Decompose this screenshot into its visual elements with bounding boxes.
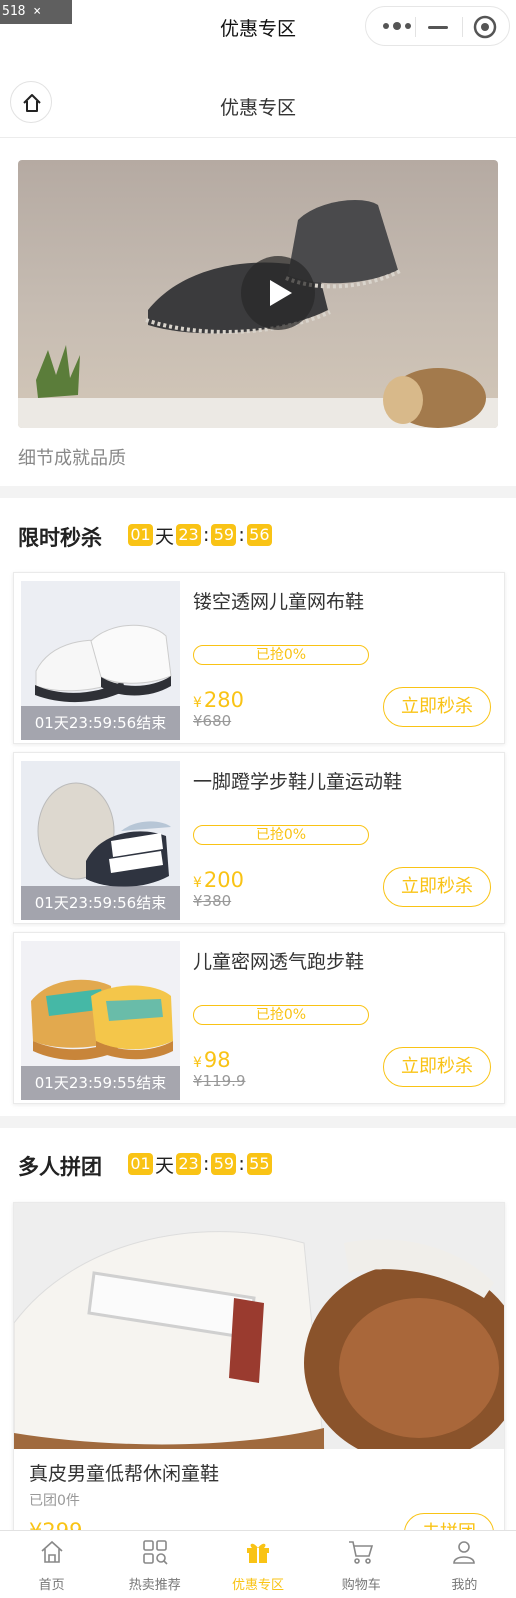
product-name[interactable]: 儿童密网透气跑步鞋 (193, 947, 364, 974)
capsule-divider (415, 17, 416, 37)
original-price: ¥119.9 (193, 1072, 246, 1090)
countdown-sep: : (238, 1153, 245, 1175)
sale-price: ¥200 (193, 868, 244, 892)
play-icon (270, 280, 292, 306)
countdown-sep: : (203, 524, 210, 546)
countdown-minutes: 59 (211, 524, 237, 546)
tab-label: 首页 (38, 1578, 65, 1593)
dimension-label: 518 × 975 (0, 0, 72, 43)
play-button[interactable] (241, 256, 315, 330)
product-image[interactable]: 01天23:59:56结束 (21, 761, 180, 920)
countdown-days: 01 (128, 524, 153, 546)
minimize-icon[interactable] (428, 26, 448, 29)
countdown-minutes: 59 (211, 1153, 237, 1175)
section-divider (0, 486, 516, 498)
flash-item-card[interactable]: 01天23:59:55结束 儿童密网透气跑步鞋 已抢0% ¥98 ¥119.9 … (13, 932, 505, 1104)
tab-label: 优惠专区 (232, 1578, 285, 1593)
countdown-seconds: 56 (246, 524, 272, 546)
group-countdown: 01 天 23 : 59 : 55 (128, 1152, 272, 1177)
page-title: 优惠专区 (219, 97, 296, 119)
countdown-day-unit: 天 (155, 1154, 175, 1177)
flash-sale-title: 限时秒杀 (18, 526, 102, 550)
tab-cart[interactable]: 购物车 (310, 1531, 413, 1598)
close-target-icon[interactable] (473, 15, 497, 39)
flash-buy-button[interactable]: 立即秒杀 (383, 687, 491, 727)
countdown-days: 01 (128, 1153, 153, 1175)
product-name[interactable]: 一脚蹬学步鞋儿童运动鞋 (193, 767, 402, 794)
cart-icon (349, 1541, 374, 1564)
end-time-bar: 01天23:59:55结束 (21, 1066, 180, 1100)
bottom-tab-bar: 首页 热卖推荐 优惠专区 购物车 我的 (0, 1530, 516, 1598)
capsule-divider (462, 17, 463, 37)
tab-label: 购物车 (341, 1578, 381, 1593)
user-icon (453, 1541, 476, 1564)
tab-discount-zone[interactable]: 优惠专区 (206, 1531, 309, 1598)
more-icon[interactable] (382, 19, 412, 33)
tab-mine[interactable]: 我的 (413, 1531, 516, 1598)
countdown-hours: 23 (176, 1153, 202, 1175)
currency-symbol: ¥ (193, 695, 202, 711)
product-image[interactable] (14, 1203, 504, 1449)
product-image[interactable]: 01天23:59:56结束 (21, 581, 180, 740)
sale-price: ¥98 (193, 1048, 231, 1072)
flash-item-card[interactable]: 01天23:59:56结束 镂空透网儿童网布鞋 已抢0% ¥280 ¥680 立… (13, 572, 505, 744)
video-caption: 细节成就品质 (18, 448, 126, 469)
countdown-seconds: 55 (246, 1153, 272, 1175)
product-name[interactable]: 镂空透网儿童网布鞋 (193, 587, 364, 614)
flash-buy-button[interactable]: 立即秒杀 (383, 1047, 491, 1087)
shoe-image (14, 1203, 504, 1449)
grid-search-icon (142, 1540, 168, 1565)
countdown-hours: 23 (176, 524, 202, 546)
tab-home[interactable]: 首页 (0, 1531, 103, 1598)
currency-symbol: ¥ (193, 1055, 202, 1071)
divider (0, 137, 516, 138)
product-name[interactable]: 真皮男童低帮休闲童鞋 (29, 1459, 219, 1486)
flash-countdown: 01 天 23 : 59 : 56 (128, 523, 272, 548)
tab-label: 我的 (451, 1578, 478, 1593)
end-time-bar: 01天23:59:56结束 (21, 706, 180, 740)
sold-progress: 已抢0% (193, 645, 369, 665)
group-sold-count: 已团0件 (29, 1493, 80, 1509)
currency-symbol: ¥ (193, 875, 202, 891)
sold-progress: 已抢0% (193, 825, 369, 845)
original-price: ¥680 (193, 712, 232, 730)
price-value: 98 (203, 1048, 231, 1072)
section-divider (0, 1116, 516, 1128)
menu-capsule[interactable] (365, 6, 510, 46)
product-video[interactable] (18, 160, 498, 428)
flash-item-card[interactable]: 01天23:59:56结束 一脚蹬学步鞋儿童运动鞋 已抢0% ¥200 ¥380… (13, 752, 505, 924)
price-value: 280 (203, 688, 245, 712)
countdown-sep: : (238, 524, 245, 546)
sale-price: ¥280 (193, 688, 244, 712)
price-value: 200 (203, 868, 245, 892)
gift-icon (247, 1543, 269, 1563)
original-price: ¥380 (193, 892, 232, 910)
group-item-card[interactable]: 真皮男童低帮休闲童鞋 已团0件 ¥299 去拼团 (13, 1202, 505, 1542)
group-buy-title: 多人拼团 (18, 1155, 102, 1179)
tab-hot-recommend[interactable]: 热卖推荐 (103, 1531, 206, 1598)
tab-label: 热卖推荐 (128, 1578, 181, 1593)
product-image[interactable]: 01天23:59:55结束 (21, 941, 180, 1100)
sold-progress: 已抢0% (193, 1005, 369, 1025)
end-time-bar: 01天23:59:56结束 (21, 886, 180, 920)
countdown-sep: : (203, 1153, 210, 1175)
countdown-day-unit: 天 (155, 525, 175, 548)
flash-buy-button[interactable]: 立即秒杀 (383, 867, 491, 907)
home-icon (41, 1540, 63, 1563)
